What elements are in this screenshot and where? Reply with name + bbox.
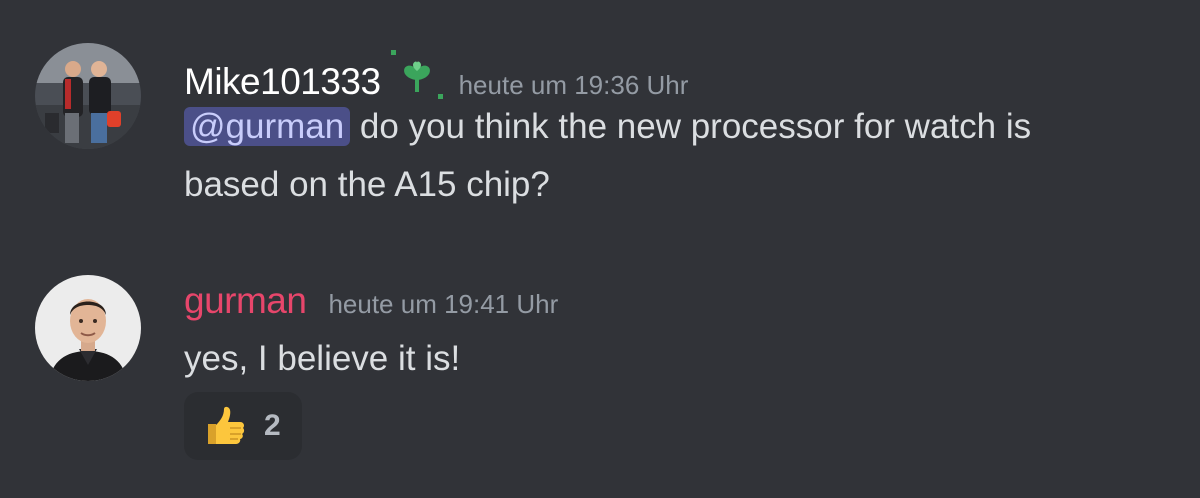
message-timestamp[interactable]: heute um 19:36 Uhr bbox=[459, 70, 689, 101]
reaction-button[interactable]: 2 bbox=[184, 392, 302, 460]
message-timestamp[interactable]: heute um 19:41 Uhr bbox=[328, 289, 558, 320]
user-avatar-image bbox=[35, 275, 141, 381]
message-content: @gurman do you think the new processor f… bbox=[184, 98, 1031, 214]
reaction-count: 2 bbox=[264, 409, 281, 442]
message-text-line2: based on the A15 chip? bbox=[184, 165, 550, 204]
user-avatar-image bbox=[35, 43, 141, 149]
thumbs-up-icon bbox=[202, 404, 246, 448]
username[interactable]: Mike101333 bbox=[184, 61, 381, 103]
avatar[interactable] bbox=[35, 43, 141, 149]
username[interactable]: gurman bbox=[184, 280, 307, 322]
message-text: yes, I believe it is! bbox=[184, 339, 461, 378]
message-content: yes, I believe it is! bbox=[184, 330, 460, 388]
message-text: do you think the new processor for watch… bbox=[350, 107, 1032, 146]
user-mention[interactable]: @gurman bbox=[184, 107, 351, 146]
avatar[interactable] bbox=[35, 275, 141, 381]
sprout-icon[interactable] bbox=[389, 48, 445, 104]
